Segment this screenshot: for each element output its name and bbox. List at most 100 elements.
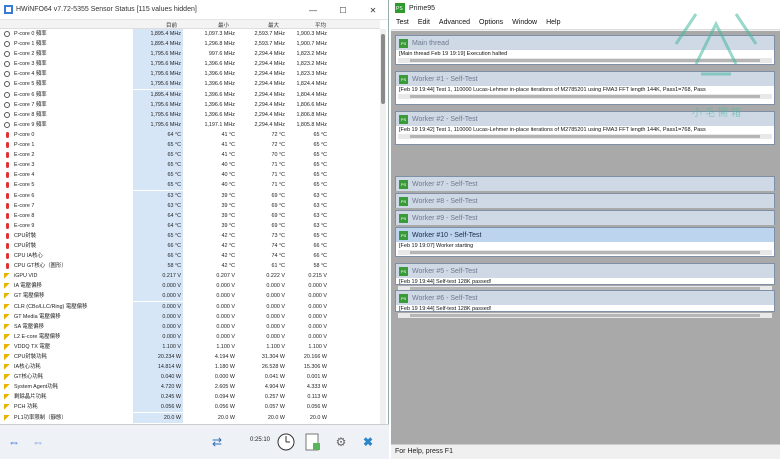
menu-item-edit[interactable]: Edit [418,19,430,26]
close-icon[interactable]: ✖ [357,431,379,453]
header-min[interactable]: 最小 [218,21,229,29]
sensor-row[interactable]: PCH 功耗 0.056 W 0.056 W 0.057 W 0.056 W [0,402,380,413]
sensor-current: 14.814 W [133,362,183,373]
hwinfo-app-icon [4,5,13,14]
sensor-row[interactable]: CPU封裝 65 °C 42 °C 73 °C 65 °C [0,230,380,241]
worker-caption[interactable]: PS Worker #7 - Self-Test [396,177,774,191]
sensor-current: 63 °C [133,200,183,211]
clock-icon[interactable] [275,431,297,453]
sensor-row[interactable]: P-core 1 頻率 1,895.4 MHz 1,296.8 MHz 2,59… [0,39,380,50]
sensor-row[interactable]: E-core 8 頻率 1,795.6 MHz 1,396.6 MHz 2,29… [0,109,380,120]
sensor-row[interactable]: E-core 4 頻率 1,795.6 MHz 1,396.6 MHz 2,29… [0,69,380,80]
sensor-row[interactable]: iGPU VID 0.217 V 0.207 V 0.222 V 0.215 V [0,271,380,282]
sensor-row[interactable]: E-core 2 65 °C 41 °C 70 °C 65 °C [0,150,380,161]
sensor-row[interactable]: CPU封裝功耗 20.234 W 4.194 W 31.304 W 20.166… [0,352,380,362]
sensor-avg: 63 °C [313,192,327,199]
sensor-row[interactable]: GT 電壓偏移 0.000 V 0.000 V 0.000 V 0.000 V [0,291,380,302]
gear-icon[interactable]: ⚙ [330,431,352,453]
sensor-row[interactable]: VDDQ TX 電壓 1.100 V 1.100 V 1.100 V 1.100… [0,341,380,352]
sensor-min: 0.000 V [216,333,235,340]
maximize-button[interactable]: ☐ [328,0,358,20]
sensor-min: 41 °C [221,152,235,159]
worker-window[interactable]: PS Worker #7 - Self-Test [395,176,775,191]
sensor-row[interactable]: GT核心功耗 0.040 W 0.000 W 0.041 W 0.001 W [0,372,380,383]
header-current[interactable]: 目前 [166,21,177,29]
sensor-max: 2,593.7 MHz [254,41,285,48]
sensor-current: 1,795.6 MHz [133,99,183,110]
network-icon[interactable]: ⇄ [205,431,229,453]
sensor-row[interactable]: E-core 5 頻率 1,795.6 MHz 1,396.6 MHz 2,29… [0,79,380,90]
sensor-row[interactable]: E-core 6 63 °C 39 °C 69 °C 63 °C [0,190,380,201]
sensor-max: 2,294.4 MHz [254,71,285,78]
sensor-avg: 65 °C [313,172,327,179]
header-avg[interactable]: 平均 [315,21,326,29]
sensor-row[interactable]: P-core 1 65 °C 41 °C 72 °C 65 °C [0,140,380,151]
menu-item-options[interactable]: Options [479,19,503,26]
sensor-row[interactable]: GT Media 電壓偏移 0.000 V 0.000 V 0.000 V 0.… [0,311,380,322]
scrollbar-thumb[interactable] [381,34,385,104]
sensor-row[interactable]: P-core 0 64 °C 41 °C 72 °C 65 °C [0,129,380,140]
vertical-scrollbar[interactable] [380,29,386,424]
horizontal-scrollbar[interactable] [398,250,772,255]
sensor-avg: 65 °C [313,142,327,149]
worker-caption[interactable]: PS Worker #5 - Self-Test [396,264,774,278]
menu-item-window[interactable]: Window [512,19,537,26]
sensor-row[interactable]: SA 電壓偏移 0.000 V 0.000 V 0.000 V 0.000 V [0,321,380,332]
sensor-row[interactable]: E-core 9 64 °C 39 °C 69 °C 63 °C [0,220,380,231]
arrow-left-right-icon[interactable]: ⇔ [4,431,24,453]
worker-caption[interactable]: PS Worker #8 - Self-Test [396,194,774,208]
sensor-row[interactable]: E-core 2 頻率 1,795.6 MHz 997.6 MHz 2,294.… [0,49,380,60]
sensor-name: IA 電壓偏移 [14,283,42,290]
sensor-avg: 1,824.4 MHz [296,81,327,88]
worker-window[interactable]: PS Worker #5 - Self-Test [Feb 19 19:44] Se… [395,263,775,291]
sensor-row[interactable]: IA 電壓偏移 0.000 V 0.000 V 0.000 V 0.000 V [0,281,380,292]
worker-window[interactable]: PS Worker #6 - Self-Test [Feb 19 19:44] Se… [395,290,775,318]
sensor-row[interactable]: E-core 7 63 °C 39 °C 69 °C 63 °C [0,200,380,211]
report-icon[interactable] [302,431,324,453]
menu-item-help[interactable]: Help [546,19,560,26]
worker-window[interactable]: PS Worker #9 - Self-Test [395,210,775,225]
sensor-row[interactable]: CLR (CBo/LLC/Ring) 電壓偏移 0.000 V 0.000 V … [0,301,380,312]
worker-caption[interactable]: PS Worker #6 - Self-Test [396,291,774,305]
sensor-row[interactable]: E-core 3 頻率 1,795.6 MHz 1,396.6 MHz 2,29… [0,59,380,70]
sensor-row[interactable]: PL1功率限制（靜態） 20.0 W 20.0 W 20.0 W 20.0 W [0,412,380,423]
sensor-row[interactable]: E-core 9 頻率 1,795.6 MHz 1,197.1 MHz 2,29… [0,119,380,130]
sensor-min: 42 °C [221,263,235,270]
sensor-row[interactable]: E-core 8 64 °C 39 °C 69 °C 63 °C [0,210,380,221]
sensor-row[interactable]: E-core 7 頻率 1,795.6 MHz 1,396.6 MHz 2,29… [0,99,380,110]
sensor-name: CPU IA核心 [14,253,43,260]
sensor-row[interactable]: E-core 4 65 °C 40 °C 71 °C 65 °C [0,170,380,181]
close-button[interactable]: ✕ [358,0,388,20]
menu-item-advanced[interactable]: Advanced [439,19,470,26]
prime95-icon: PS [399,293,408,303]
sensor-row[interactable]: System Agent功耗 4.720 W 2.605 W 4.904 W 4… [0,382,380,393]
sensor-row[interactable]: CPU IA核心 66 °C 42 °C 74 °C 66 °C [0,251,380,262]
sensor-row[interactable]: IA核心功耗 14.814 W 1.180 W 26.528 W 15.306 … [0,362,380,373]
worker-caption[interactable]: PS Worker #10 - Self-Test [396,228,774,242]
sensor-row[interactable]: 剩餘晶片功耗 0.245 W 0.094 W 0.257 W 0.113 W [0,392,380,403]
worker-caption[interactable]: PS Worker #9 - Self-Test [396,211,774,225]
column-header: 目前 最小 最大 平均 [0,20,380,29]
sensor-row[interactable]: E-core 5 65 °C 40 °C 71 °C 65 °C [0,180,380,191]
sensor-row[interactable]: P-core 0 頻率 1,895.4 MHz 1,097.3 MHz 2,59… [0,29,380,39]
worker-window[interactable]: PS Worker #8 - Self-Test [395,193,775,208]
arrow-left-right-icon-2[interactable]: ⇔ [28,431,48,453]
horizontal-scrollbar[interactable] [398,134,772,139]
horizontal-scrollbar[interactable] [398,313,772,318]
bolt-icon [4,364,10,371]
thermometer-icon [6,202,9,209]
sensor-row[interactable]: E-core 3 65 °C 40 °C 71 °C 65 °C [0,160,380,171]
header-max[interactable]: 最大 [268,21,279,29]
sensor-min: 0.000 W [214,374,235,381]
sensor-row[interactable]: CPU封裝 66 °C 42 °C 74 °C 66 °C [0,240,380,251]
menu-item-test[interactable]: Test [396,19,409,26]
minimize-button[interactable]: — [298,0,328,20]
sensor-row[interactable]: CPU GT核心（圖形） 58 °C 42 °C 61 °C 58 °C [0,261,380,272]
worker-window[interactable]: PS Worker #10 - Self-Test [Feb 19 19:07] W… [395,227,775,257]
sensor-min: 1,097.3 MHz [204,31,235,37]
sensor-row[interactable]: L2 E-core 電壓偏移 0.000 V 0.000 V 0.000 V 0… [0,331,380,342]
sensor-row[interactable]: E-core 6 頻率 1,895.4 MHz 1,396.6 MHz 2,29… [0,89,380,100]
sensor-current: 1,795.6 MHz [133,109,183,120]
sensor-name: E-core 4 頻率 [14,71,47,78]
thermometer-icon [6,162,9,169]
